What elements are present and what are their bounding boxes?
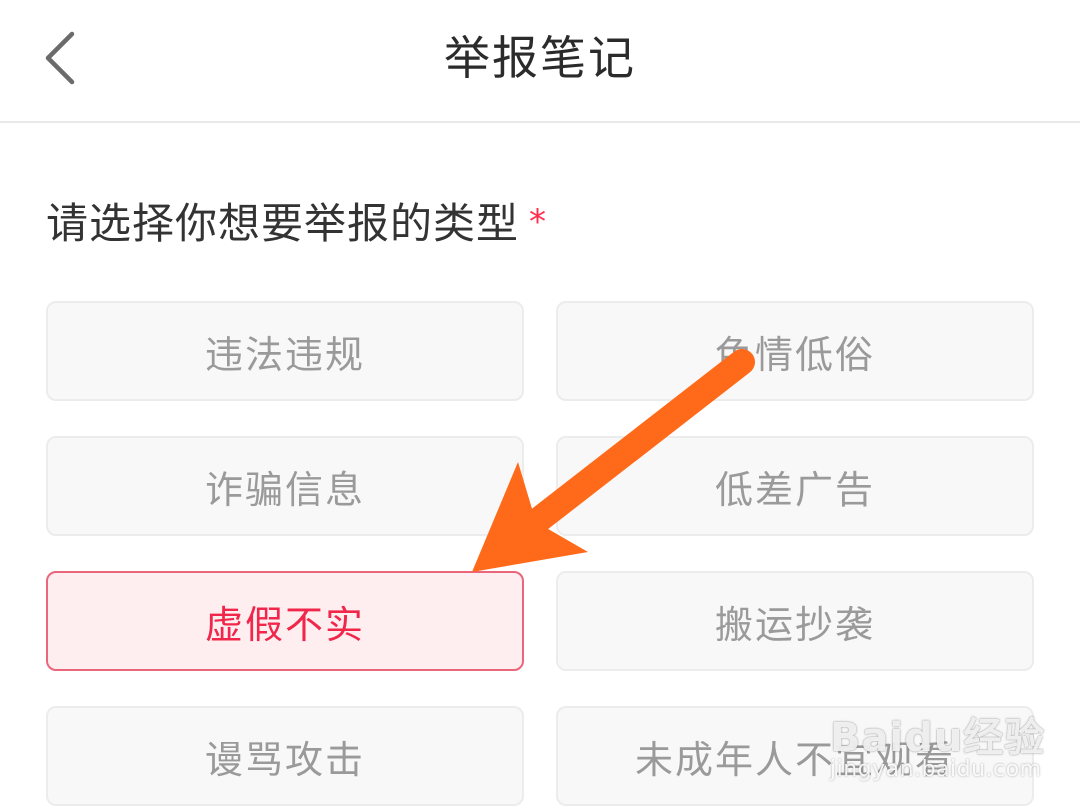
option-plagiarism[interactable]: 搬运抄袭 [556, 571, 1034, 671]
option-fraud[interactable]: 诈骗信息 [46, 436, 524, 536]
option-vulgar[interactable]: 色情低俗 [556, 301, 1034, 401]
option-false-info[interactable]: 虚假不实 [46, 571, 524, 671]
option-low-quality-ads[interactable]: 低差广告 [556, 436, 1034, 536]
top-bar: 举报笔记 [0, 0, 1080, 123]
required-mark: * [529, 202, 548, 242]
page-title: 举报笔记 [444, 31, 636, 85]
report-type-heading-text: 请选择你想要举报的类型 [46, 199, 520, 248]
option-abuse[interactable]: 谩骂攻击 [46, 706, 524, 806]
option-illegal[interactable]: 违法违规 [46, 301, 524, 401]
option-minors-unsuitable[interactable]: 未成年人不宜观看 [556, 706, 1034, 806]
report-type-heading: 请选择你想要举报的类型 * [46, 196, 547, 252]
